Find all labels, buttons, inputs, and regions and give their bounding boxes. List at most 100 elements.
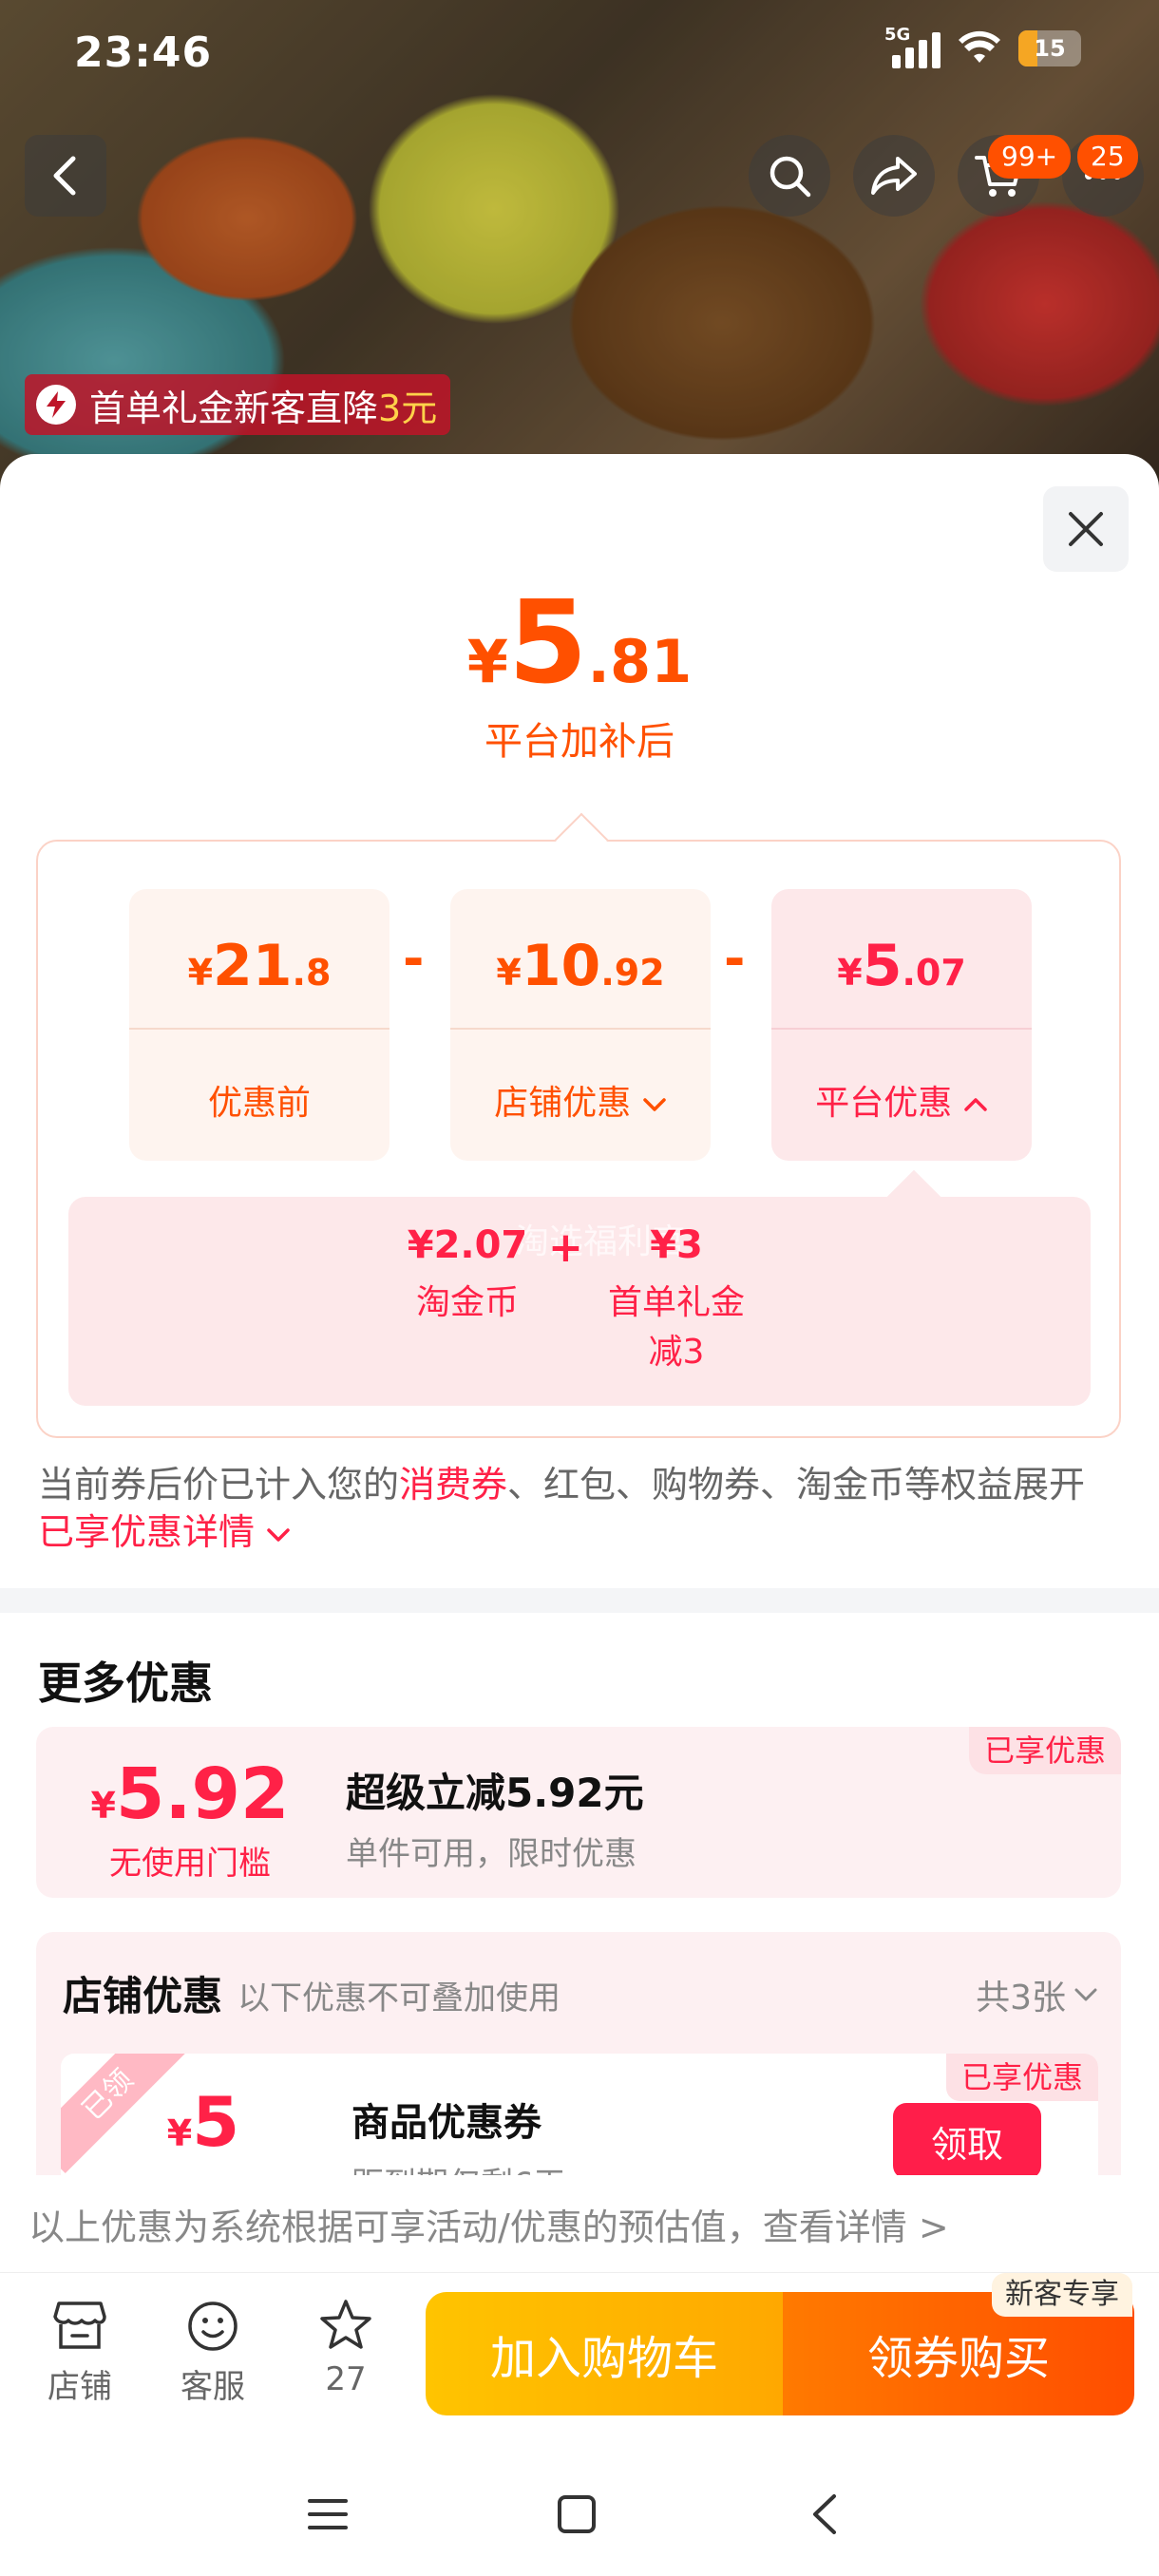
- first-order-gift-name: 首单礼金减3: [607, 1283, 745, 1372]
- chevron-down-icon: [1074, 1988, 1097, 2001]
- status-time: 23:46: [74, 28, 213, 77]
- first-order-gift-amount: ¥3: [650, 1223, 703, 1267]
- original-integer: 21: [213, 933, 293, 999]
- chevron-up-icon: [963, 1098, 987, 1111]
- super-deal-value: 5.92: [115, 1753, 290, 1835]
- status-bar: 23:46 5G 15: [0, 0, 1159, 104]
- share-button[interactable]: [853, 135, 935, 217]
- promo-amount: 3元: [378, 387, 438, 429]
- coupon-currency: ¥: [166, 2112, 193, 2154]
- platform-discount-card[interactable]: ¥5.07 平台优惠: [771, 889, 1032, 1161]
- gold-coin-name: 淘金币: [415, 1283, 519, 1322]
- original-decimal: .8: [292, 952, 332, 994]
- plus-sign: +: [548, 1223, 583, 1272]
- signal-icon: 5G: [884, 25, 940, 68]
- gold-coin-item: ¥2.07 淘金币: [391, 1223, 543, 1328]
- lightning-icon: [36, 385, 76, 425]
- promo-text: 首单礼金新客直降: [89, 387, 379, 429]
- notice-middle: 、红包、购物券、淘金币等权益展开: [507, 1464, 1086, 1506]
- first-order-gift-item: ¥3 首单礼金减3: [600, 1223, 752, 1377]
- platform-discount-detail: 淘选福利官 ¥2.07 淘金币 + ¥3 首单礼金减3: [68, 1169, 1091, 1406]
- super-deal-amount: ¥5.92: [36, 1753, 344, 1835]
- customer-service-button[interactable]: 客服: [156, 2298, 270, 2407]
- back-chevron-icon: [813, 2494, 836, 2534]
- shop-decimal: .92: [600, 952, 665, 994]
- original-price-card: ¥21.8 优惠前: [129, 889, 390, 1161]
- home-button[interactable]: [555, 2492, 598, 2540]
- back-button[interactable]: [25, 135, 106, 217]
- add-to-cart-button[interactable]: 加入购物车: [426, 2292, 783, 2415]
- battery-level: 15: [1034, 35, 1066, 62]
- menu-icon: [308, 2499, 348, 2529]
- more-deals-title: 更多优惠: [38, 1657, 213, 1709]
- discount-notice: 当前券后价已计入您的消费券、红包、购物券、淘金币等权益展开已享优惠详情: [38, 1461, 1121, 1556]
- shop-coupons-hint: 以下优惠不可叠加使用: [238, 1979, 560, 2017]
- enjoyed-tag: 已享优惠: [945, 2054, 1098, 2101]
- search-button[interactable]: [749, 135, 830, 217]
- consumption-coupon-link[interactable]: 消费券: [399, 1464, 507, 1506]
- super-deal-title: 超级立减5.92元: [346, 1770, 644, 1816]
- super-deal-subtitle: 单件可用，限时优惠: [346, 1835, 636, 1873]
- store-label: 店铺: [48, 2368, 112, 2406]
- platform-discount-label: 平台优惠: [771, 1075, 1032, 1125]
- final-price-label: 平台加补后: [484, 720, 674, 764]
- platform-decimal: .07: [902, 952, 966, 994]
- discount-details-link[interactable]: 已享优惠详情: [38, 1511, 291, 1553]
- product-coupon: 已领 已享优惠 ¥5 满6可用 商品优惠券 距到期仅剩6天 领取: [61, 2054, 1098, 2194]
- coupon-count-toggle[interactable]: 共3张: [976, 1970, 1098, 2019]
- store-button[interactable]: 店铺: [23, 2298, 137, 2407]
- shop-currency: ¥: [496, 952, 522, 994]
- share-icon: [871, 157, 917, 195]
- shop-discount-card[interactable]: ¥10.92 店铺优惠: [450, 889, 711, 1161]
- battery-icon: 15: [1018, 30, 1081, 66]
- super-deal-currency: ¥: [90, 1785, 116, 1827]
- gold-coin-amount: ¥2.07: [407, 1223, 528, 1267]
- search-icon: [770, 156, 811, 198]
- final-price-integer: 5: [507, 578, 588, 710]
- final-price-decimal: .81: [587, 627, 693, 696]
- enjoyed-tag: 已享优惠: [968, 1727, 1121, 1774]
- shop-discount-label: 店铺优惠: [450, 1075, 711, 1125]
- new-customer-tag: 新客专享: [992, 2273, 1132, 2317]
- notice-prefix: 当前券后价已计入您的: [38, 1464, 400, 1506]
- shop-coupons-section: 店铺优惠 以下优惠不可叠加使用 共3张 已领 已享优惠 ¥5 满6可用 商品优惠…: [36, 1932, 1121, 2194]
- platform-currency: ¥: [837, 952, 863, 994]
- customer-service-icon: [188, 2301, 238, 2351]
- system-back-button[interactable]: [804, 2492, 847, 2540]
- coupon-count: 共3张: [976, 1979, 1066, 2017]
- estimate-disclaimer-link[interactable]: 以上优惠为系统根据可享活动/优惠的预估值，查看详情 >: [0, 2175, 1159, 2280]
- close-button[interactable]: [1043, 486, 1129, 572]
- coupon-amount: ¥5: [89, 2082, 317, 2162]
- super-deal-condition: 无使用门槛: [109, 1845, 271, 1883]
- recent-apps-button[interactable]: [306, 2492, 350, 2540]
- super-deal-card[interactable]: 已享优惠 ¥5.92 无使用门槛 超级立减5.92元 单件可用，限时优惠: [36, 1727, 1121, 1898]
- final-price-currency: ¥: [466, 627, 508, 696]
- wifi-icon: [959, 30, 1000, 63]
- chevron-down-icon: [642, 1098, 666, 1111]
- claim-coupon-button[interactable]: 领取: [893, 2103, 1041, 2179]
- minus-sign: -: [403, 929, 425, 989]
- chevron-down-icon: [267, 1527, 290, 1542]
- original-currency: ¥: [187, 952, 214, 994]
- network-type: 5G: [884, 25, 911, 45]
- system-navigation-bar: [0, 2458, 1159, 2576]
- shop-discount-text: 店铺优惠: [494, 1084, 632, 1123]
- final-price: ¥5.81: [0, 578, 1159, 710]
- shop-integer: 10: [521, 933, 601, 999]
- discount-details-text: 已享优惠详情: [38, 1511, 256, 1553]
- discount-detail-sheet: ¥5.81 平台加补后 ¥21.8 优惠前 - ¥10.92 店铺优惠 - ¥5…: [0, 454, 1159, 2576]
- minus-sign: -: [724, 929, 746, 989]
- coupon-value: 5: [192, 2082, 240, 2162]
- favorite-button[interactable]: 27: [289, 2298, 403, 2398]
- status-icons: 5G 15: [884, 25, 1081, 68]
- cart-count-badge: 99+: [988, 135, 1072, 179]
- favorite-count: 27: [325, 2360, 367, 2398]
- platform-integer: 5: [862, 933, 902, 999]
- bottom-action-bar: 店铺 客服 27 加入购物车 领券购买 新客专享: [0, 2272, 1159, 2458]
- original-price-label: 优惠前: [207, 1084, 311, 1123]
- home-square-icon: [558, 2495, 596, 2533]
- store-icon: [53, 2301, 106, 2349]
- close-icon: [1069, 512, 1103, 546]
- price-breakdown: ¥21.8 优惠前 - ¥10.92 店铺优惠 - ¥5.07 平台优惠 淘选福…: [36, 812, 1121, 1438]
- back-arrow-icon: [53, 156, 76, 196]
